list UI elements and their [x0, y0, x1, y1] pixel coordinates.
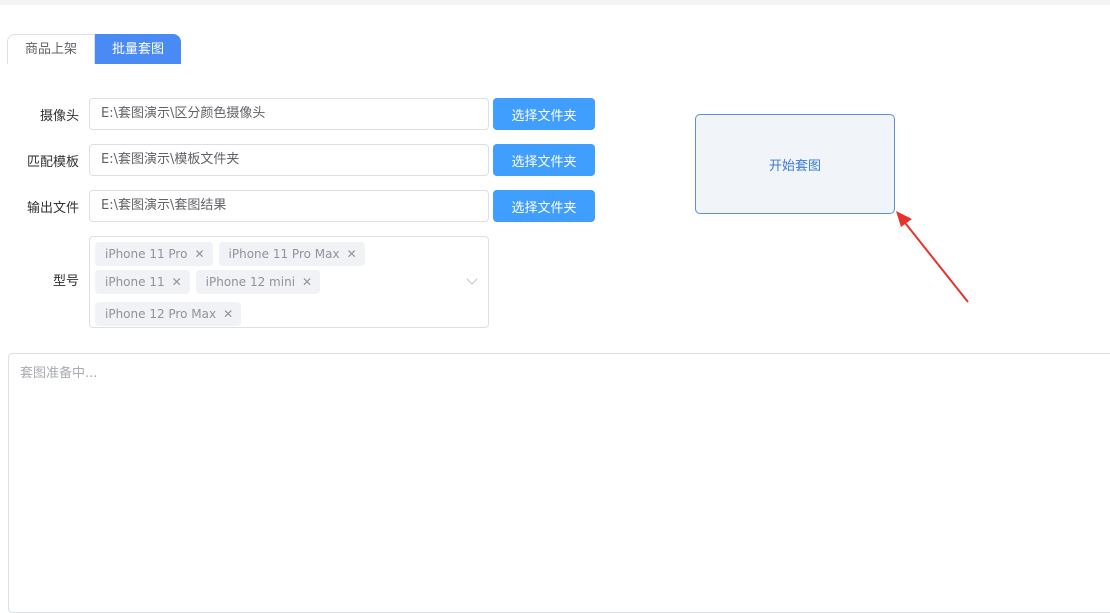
- close-icon[interactable]: ✕: [302, 270, 312, 294]
- model-tag: iPhone 11 Pro Max ✕: [218, 242, 365, 266]
- tab-product-listing[interactable]: 商品上架: [7, 34, 95, 64]
- close-icon[interactable]: ✕: [223, 302, 233, 326]
- chevron-down-icon[interactable]: [466, 273, 478, 285]
- annotation-arrow-icon: [896, 211, 969, 303]
- tag-label: iPhone 11 Pro: [105, 247, 188, 261]
- tag-label: iPhone 12 Pro Max: [105, 307, 217, 321]
- close-icon[interactable]: ✕: [194, 242, 204, 266]
- start-mockup-button[interactable]: 开始套图: [695, 114, 895, 214]
- output-path-input[interactable]: E:\套图演示\套图结果: [89, 190, 489, 222]
- template-select-folder-button[interactable]: 选择文件夹: [493, 144, 595, 176]
- template-label: 匹配模板: [26, 154, 79, 170]
- tab-bar: 商品上架 批量套图: [7, 34, 181, 64]
- close-icon[interactable]: ✕: [347, 242, 357, 266]
- model-multiselect[interactable]: iPhone 11 Pro ✕ iPhone 11 Pro Max ✕ iPhone…: [89, 236, 489, 328]
- top-bar: [0, 0, 1110, 5]
- model-tag: iPhone 12 Pro Max ✕: [95, 302, 242, 326]
- model-tag: iPhone 11 ✕: [95, 270, 190, 294]
- camera-select-folder-button[interactable]: 选择文件夹: [493, 98, 595, 130]
- camera-label: 摄像头: [39, 108, 79, 124]
- model-tag: iPhone 12 mini ✕: [195, 270, 321, 294]
- model-tag: iPhone 11 Pro ✕: [95, 242, 213, 266]
- camera-row: 摄像头 E:\套图演示\区分颜色摄像头 选择文件夹: [0, 98, 595, 130]
- output-row: 输出文件 E:\套图演示\套图结果 选择文件夹: [0, 190, 595, 222]
- close-icon[interactable]: ✕: [172, 270, 182, 294]
- template-path-input[interactable]: E:\套图演示\模板文件夹: [89, 144, 489, 176]
- log-output-area[interactable]: 套图准备中...: [8, 353, 1110, 613]
- tag-label: iPhone 12 mini: [205, 275, 296, 289]
- output-label: 输出文件: [26, 200, 79, 216]
- template-row: 匹配模板 E:\套图演示\模板文件夹 选择文件夹: [0, 144, 595, 176]
- camera-path-input[interactable]: E:\套图演示\区分颜色摄像头: [89, 98, 489, 130]
- tab-batch-mockup[interactable]: 批量套图: [95, 34, 181, 64]
- tag-label: iPhone 11: [105, 275, 165, 289]
- model-label: 型号: [52, 274, 79, 289]
- output-select-folder-button[interactable]: 选择文件夹: [493, 190, 595, 222]
- tag-label: iPhone 11 Pro Max: [228, 247, 340, 261]
